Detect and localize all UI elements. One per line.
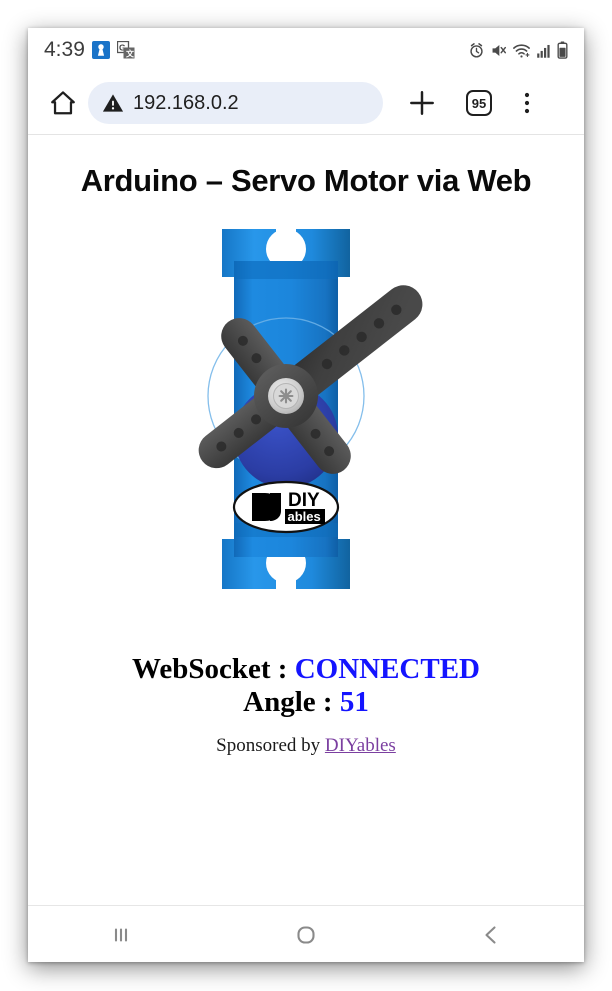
websocket-status-line: WebSocket : CONNECTED	[28, 653, 584, 686]
home-circle-icon	[297, 926, 315, 944]
servo-image-container: DIY ables	[28, 211, 584, 631]
google-translate-icon: G 文	[116, 41, 135, 59]
plus-icon	[410, 91, 434, 115]
websocket-label: WebSocket :	[131, 653, 295, 685]
new-tab-button[interactable]	[399, 88, 445, 118]
browser-menu-button[interactable]	[505, 90, 549, 116]
servo-motor-illustration: DIY ables	[198, 225, 423, 591]
sponsor-prefix: Sponsored by	[216, 734, 325, 756]
back-button[interactable]	[399, 922, 584, 948]
status-clock: 4:39	[44, 38, 85, 61]
servo-center-screw	[268, 378, 304, 414]
status-bar: 4:39 G 文	[28, 28, 584, 72]
recents-button[interactable]	[28, 922, 213, 948]
three-dot-menu-icon	[524, 92, 530, 114]
tab-counter-button[interactable]: 95	[459, 90, 499, 116]
browser-toolbar: 192.168.0.2 95	[28, 72, 584, 135]
battery-icon	[557, 41, 568, 59]
home-button-nav[interactable]	[213, 921, 398, 949]
volume-mute-icon	[492, 44, 507, 56]
status-bar-right	[468, 28, 568, 72]
alarm-icon	[470, 42, 483, 58]
status-readout: WebSocket : CONNECTED Angle : 51	[28, 653, 584, 719]
wifi-icon	[513, 43, 530, 58]
cellular-signal-icon	[537, 44, 550, 58]
angle-value: 51	[339, 685, 369, 718]
home-button[interactable]	[40, 89, 86, 117]
url-bar[interactable]: 192.168.0.2	[88, 82, 383, 124]
diyables-logo: DIY ables	[232, 480, 340, 534]
url-text[interactable]: 192.168.0.2	[133, 92, 239, 115]
back-chevron-icon	[485, 926, 496, 944]
tab-counter-text: 95	[471, 95, 487, 111]
servo-body-seam-top	[234, 261, 338, 279]
svg-text:文: 文	[126, 49, 135, 59]
sponsor-line: Sponsored by DIYables	[28, 735, 584, 757]
status-bar-left: 4:39 G 文	[44, 28, 135, 72]
diyables-logo-top-text: DIY	[288, 490, 320, 511]
angle-label: Angle :	[243, 685, 340, 718]
page-title: Arduino – Servo Motor via Web	[80, 163, 532, 198]
diyables-logo-bottom-text: ables	[288, 509, 321, 524]
tab-counter-box: 95	[466, 90, 492, 116]
app-icon-blue	[91, 41, 110, 59]
home-icon	[51, 91, 75, 115]
sponsor-link[interactable]: DIYables	[325, 735, 396, 756]
recents-icon	[114, 928, 127, 942]
not-secure-warning-icon[interactable]	[102, 92, 124, 114]
android-navigation-bar	[28, 905, 584, 962]
angle-line: Angle : 51	[28, 686, 584, 719]
websocket-status-value: CONNECTED	[294, 653, 481, 685]
phone-screenshot-frame: 4:39 G 文 192.168.0.2 95 Arduino – Servo …	[28, 28, 584, 962]
webpage-content: Arduino – Servo Motor via Web DIY ables …	[28, 135, 584, 905]
